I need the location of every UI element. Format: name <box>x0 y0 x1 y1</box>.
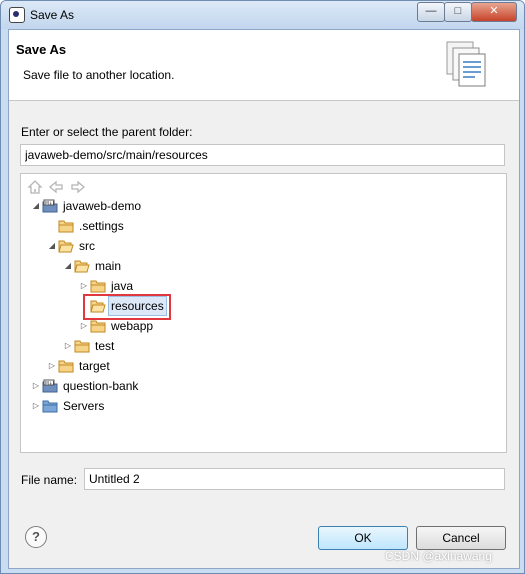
eclipse-app-icon <box>9 7 25 23</box>
close-button[interactable]: ✕ <box>471 2 517 22</box>
maven-project-icon: M↓J <box>42 199 58 213</box>
tree-item-label: target <box>79 359 110 373</box>
expanded-arrow-icon[interactable]: ◢ <box>63 256 73 276</box>
tree-item-label: javaweb-demo <box>63 199 142 213</box>
back-arrow-icon[interactable] <box>48 179 64 195</box>
collapsed-arrow-icon[interactable]: ▷ <box>31 376 41 396</box>
collapsed-arrow-icon[interactable]: ▷ <box>31 396 41 416</box>
forward-arrow-icon[interactable] <box>70 179 86 195</box>
tree-item-label: test <box>95 339 115 353</box>
expanded-arrow-icon[interactable]: ◢ <box>47 236 57 256</box>
folder-open-icon <box>74 260 90 273</box>
folder-icon <box>90 280 106 293</box>
tree-item-label: src <box>79 239 95 253</box>
header-title: Save As <box>16 42 67 57</box>
parent-folder-input[interactable] <box>20 144 505 166</box>
file-name-input[interactable] <box>84 468 505 490</box>
folder-icon <box>74 340 90 353</box>
cancel-button[interactable]: Cancel <box>416 526 506 550</box>
help-button[interactable]: ? <box>25 526 47 548</box>
folder-icon <box>90 320 106 333</box>
folder-icon <box>58 360 74 373</box>
tree-item-label: Servers <box>63 399 105 413</box>
tree-item-label: question-bank <box>63 379 139 393</box>
maximize-button[interactable]: □ <box>444 2 472 22</box>
tree-item-label: main <box>95 259 122 273</box>
collapsed-arrow-icon[interactable]: ▷ <box>63 336 73 356</box>
expanded-arrow-icon[interactable]: ◢ <box>31 196 41 216</box>
ok-button[interactable]: OK <box>318 526 408 550</box>
home-icon[interactable] <box>27 179 43 195</box>
tree-item-label: .settings <box>79 219 124 233</box>
folder-open-icon <box>58 240 74 253</box>
document-save-icon <box>446 41 486 87</box>
svg-text:M↓J: M↓J <box>45 381 54 387</box>
tree-item-label: java <box>111 279 134 293</box>
folder-icon <box>58 220 74 233</box>
project-folder-icon <box>42 400 58 413</box>
file-name-label: File name: <box>21 473 78 487</box>
title-bar[interactable]: Save As — □ ✕ <box>1 1 524 29</box>
header-subtitle: Save file to another location. <box>23 68 175 82</box>
collapsed-arrow-icon[interactable]: ▷ <box>47 356 57 376</box>
maven-project-icon: M↓J <box>42 379 58 393</box>
window-title: Save As <box>30 8 75 22</box>
dialog-body: Save As Save file to another location. E… <box>8 29 520 569</box>
collapsed-arrow-icon[interactable]: ▷ <box>79 276 89 296</box>
svg-text:M↓J: M↓J <box>45 201 54 207</box>
selection-highlight-box <box>83 294 171 320</box>
save-as-window: Save As — □ ✕ Save As Save file to anoth… <box>0 0 525 574</box>
watermark-text: CSDN @axinawang <box>385 549 492 563</box>
dialog-header: Save As Save file to another location. <box>9 30 519 101</box>
parent-folder-label: Enter or select the parent folder: <box>21 125 193 139</box>
minimize-button[interactable]: — <box>417 2 445 22</box>
